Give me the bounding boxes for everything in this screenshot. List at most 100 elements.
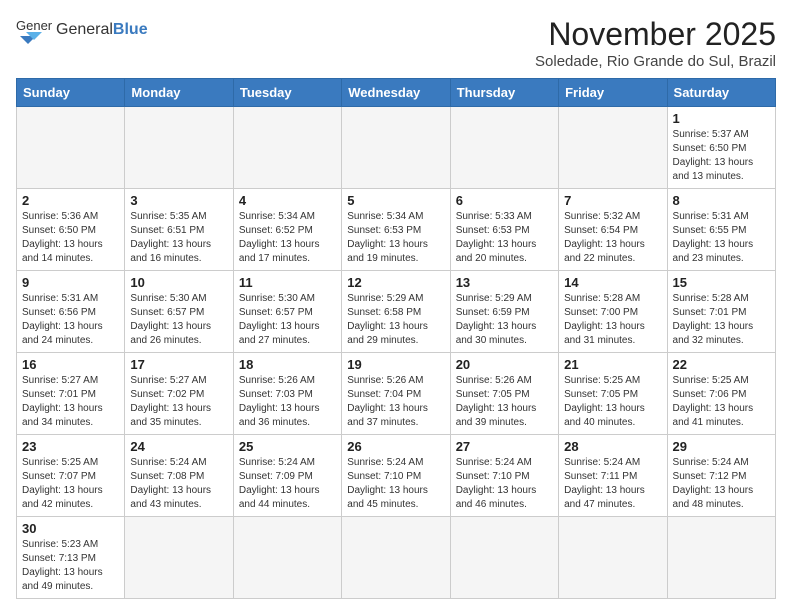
table-row: 3Sunrise: 5:35 AM Sunset: 6:51 PM Daylig… [125, 189, 233, 271]
day-number: 3 [130, 193, 227, 208]
table-row [125, 517, 233, 599]
day-info: Sunrise: 5:27 AM Sunset: 7:01 PM Dayligh… [22, 374, 119, 430]
day-number: 7 [564, 193, 661, 208]
day-number: 9 [22, 275, 119, 290]
table-row: 18 Sunrise: 5:26 AM Sunset: 7:03 PM Dayli… [233, 353, 341, 435]
table-row: 16 Sunrise: 5:27 AM Sunset: 7:01 PM Dayli… [17, 353, 125, 435]
day-number: 1 [673, 111, 770, 126]
day-info: Sunrise: 5:25 AM Sunset: 7:05 PM Dayligh… [564, 374, 661, 430]
day-info: Sunrise: 5:28 AM Sunset: 7:00 PM Dayligh… [564, 292, 661, 348]
table-row: 21 Sunrise: 5:25 AM Sunset: 7:05 PM Dayli… [559, 353, 667, 435]
day-number: 13 [456, 275, 553, 290]
day-info: Sunrise: 5:30 AM Sunset: 6:57 PM Dayligh… [130, 292, 227, 348]
table-row [559, 517, 667, 599]
day-info: Sunrise: 5:25 AM Sunset: 7:06 PM Dayligh… [673, 374, 770, 430]
table-row [559, 107, 667, 189]
day-info: Sunrise: 5:24 AM Sunset: 7:08 PM Dayligh… [130, 456, 227, 512]
day-info: Sunrise: 5:25 AM Sunset: 7:07 PM Dayligh… [22, 456, 119, 512]
day-number: 20 [456, 357, 553, 372]
calendar-week-row: 30Sunrise: 5:23 AM Sunset: 7:13 PM Dayli… [17, 517, 776, 599]
day-info: Sunrise: 5:24 AM Sunset: 7:10 PM Dayligh… [456, 456, 553, 512]
day-info: Sunrise: 5:31 AM Sunset: 6:56 PM Dayligh… [22, 292, 119, 348]
day-number: 11 [239, 275, 336, 290]
day-number: 16 [22, 357, 119, 372]
header-friday: Friday [559, 79, 667, 107]
header-saturday: Saturday [667, 79, 775, 107]
table-row: 26 Sunrise: 5:24 AM Sunset: 7:10 PM Dayli… [342, 435, 450, 517]
day-number: 28 [564, 439, 661, 454]
day-info: Sunrise: 5:29 AM Sunset: 6:58 PM Dayligh… [347, 292, 444, 348]
day-number: 14 [564, 275, 661, 290]
header-thursday: Thursday [450, 79, 558, 107]
table-row [125, 107, 233, 189]
table-row [450, 517, 558, 599]
day-info: Sunrise: 5:37 AM Sunset: 6:50 PM Dayligh… [673, 128, 770, 184]
table-row: 2Sunrise: 5:36 AM Sunset: 6:50 PM Daylig… [17, 189, 125, 271]
day-info: Sunrise: 5:30 AM Sunset: 6:57 PM Dayligh… [239, 292, 336, 348]
day-info: Sunrise: 5:32 AM Sunset: 6:54 PM Dayligh… [564, 210, 661, 266]
calendar-week-row: 16 Sunrise: 5:27 AM Sunset: 7:01 PM Dayli… [17, 353, 776, 435]
title-area: November 2025 Soledade, Rio Grande do Su… [535, 16, 776, 70]
logo-text: GeneralBlue [56, 21, 148, 39]
day-number: 8 [673, 193, 770, 208]
day-number: 29 [673, 439, 770, 454]
table-row: 24 Sunrise: 5:24 AM Sunset: 7:08 PM Dayli… [125, 435, 233, 517]
day-number: 26 [347, 439, 444, 454]
table-row: 10 Sunrise: 5:30 AM Sunset: 6:57 PM Dayli… [125, 271, 233, 353]
day-number: 10 [130, 275, 227, 290]
day-info: Sunrise: 5:26 AM Sunset: 7:03 PM Dayligh… [239, 374, 336, 430]
day-info: Sunrise: 5:33 AM Sunset: 6:53 PM Dayligh… [456, 210, 553, 266]
table-row: 7 Sunrise: 5:32 AM Sunset: 6:54 PM Daylig… [559, 189, 667, 271]
table-row: 20 Sunrise: 5:26 AM Sunset: 7:05 PM Dayli… [450, 353, 558, 435]
table-row: 15Sunrise: 5:28 AM Sunset: 7:01 PM Dayli… [667, 271, 775, 353]
day-number: 25 [239, 439, 336, 454]
day-number: 17 [130, 357, 227, 372]
table-row: 22 Sunrise: 5:25 AM Sunset: 7:06 PM Dayli… [667, 353, 775, 435]
header: General GeneralBlue November 2025 Soleda… [16, 16, 776, 70]
header-monday: Monday [125, 79, 233, 107]
table-row [233, 517, 341, 599]
table-row: 13 Sunrise: 5:29 AM Sunset: 6:59 PM Dayli… [450, 271, 558, 353]
day-number: 5 [347, 193, 444, 208]
day-number: 24 [130, 439, 227, 454]
calendar-week-row: 2Sunrise: 5:36 AM Sunset: 6:50 PM Daylig… [17, 189, 776, 271]
day-number: 2 [22, 193, 119, 208]
day-number: 18 [239, 357, 336, 372]
table-row [342, 517, 450, 599]
table-row: 17 Sunrise: 5:27 AM Sunset: 7:02 PM Dayli… [125, 353, 233, 435]
day-number: 21 [564, 357, 661, 372]
table-row: 5 Sunrise: 5:34 AM Sunset: 6:53 PM Daylig… [342, 189, 450, 271]
table-row: 14 Sunrise: 5:28 AM Sunset: 7:00 PM Dayli… [559, 271, 667, 353]
table-row: 4Sunrise: 5:34 AM Sunset: 6:52 PM Daylig… [233, 189, 341, 271]
table-row: 12 Sunrise: 5:29 AM Sunset: 6:58 PM Dayli… [342, 271, 450, 353]
logo: General GeneralBlue [16, 16, 148, 44]
day-number: 15 [673, 275, 770, 290]
day-number: 30 [22, 521, 119, 536]
day-info: Sunrise: 5:26 AM Sunset: 7:05 PM Dayligh… [456, 374, 553, 430]
day-number: 23 [22, 439, 119, 454]
day-number: 6 [456, 193, 553, 208]
day-info: Sunrise: 5:24 AM Sunset: 7:11 PM Dayligh… [564, 456, 661, 512]
table-row: 30Sunrise: 5:23 AM Sunset: 7:13 PM Dayli… [17, 517, 125, 599]
calendar-week-row: 23 Sunrise: 5:25 AM Sunset: 7:07 PM Dayli… [17, 435, 776, 517]
table-row: 23 Sunrise: 5:25 AM Sunset: 7:07 PM Dayli… [17, 435, 125, 517]
table-row: 27Sunrise: 5:24 AM Sunset: 7:10 PM Dayli… [450, 435, 558, 517]
table-row: 19Sunrise: 5:26 AM Sunset: 7:04 PM Dayli… [342, 353, 450, 435]
svg-text:General: General [16, 18, 52, 33]
table-row: 1 Sunrise: 5:37 AM Sunset: 6:50 PM Daylig… [667, 107, 775, 189]
day-number: 19 [347, 357, 444, 372]
day-info: Sunrise: 5:27 AM Sunset: 7:02 PM Dayligh… [130, 374, 227, 430]
day-info: Sunrise: 5:24 AM Sunset: 7:09 PM Dayligh… [239, 456, 336, 512]
day-number: 12 [347, 275, 444, 290]
day-info: Sunrise: 5:29 AM Sunset: 6:59 PM Dayligh… [456, 292, 553, 348]
day-info: Sunrise: 5:34 AM Sunset: 6:53 PM Dayligh… [347, 210, 444, 266]
calendar-week-row: 1 Sunrise: 5:37 AM Sunset: 6:50 PM Daylig… [17, 107, 776, 189]
header-tuesday: Tuesday [233, 79, 341, 107]
table-row [450, 107, 558, 189]
calendar-week-row: 9 Sunrise: 5:31 AM Sunset: 6:56 PM Daylig… [17, 271, 776, 353]
table-row [233, 107, 341, 189]
day-number: 22 [673, 357, 770, 372]
table-row: 28 Sunrise: 5:24 AM Sunset: 7:11 PM Dayli… [559, 435, 667, 517]
day-info: Sunrise: 5:24 AM Sunset: 7:10 PM Dayligh… [347, 456, 444, 512]
location-title: Soledade, Rio Grande do Sul, Brazil [535, 53, 776, 70]
